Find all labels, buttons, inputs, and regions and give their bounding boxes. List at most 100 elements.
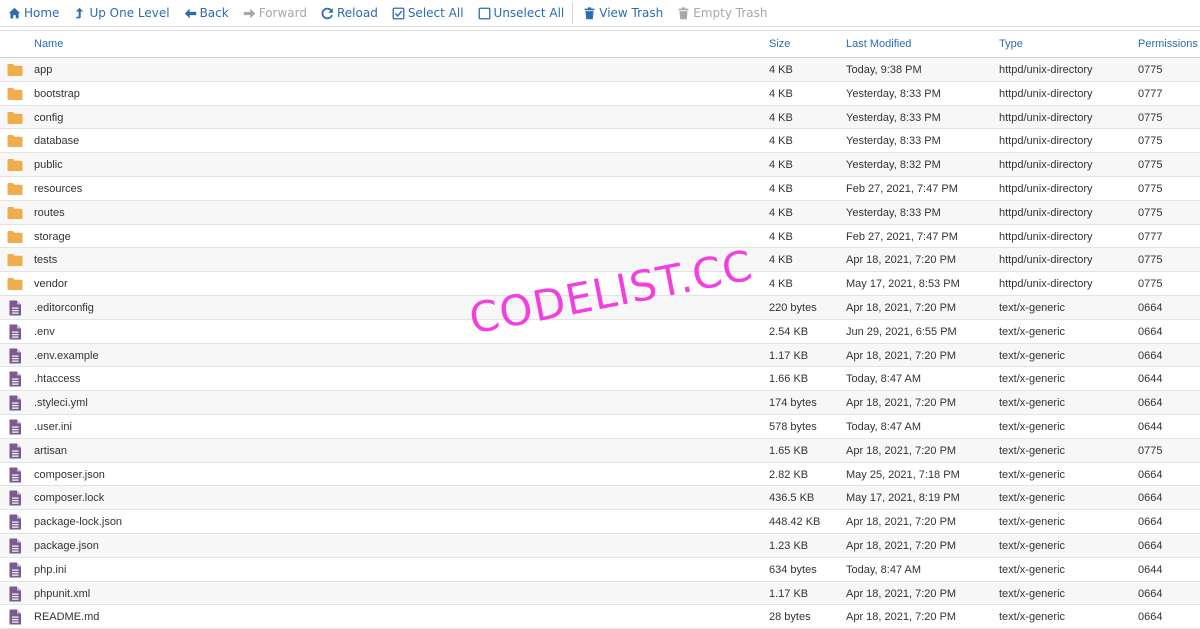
column-header-last-modified[interactable]: Last Modified: [846, 38, 911, 50]
file-name[interactable]: database: [34, 135, 79, 147]
file-permissions: 0664: [1138, 468, 1163, 481]
file-name[interactable]: vendor: [34, 278, 68, 290]
file-name[interactable]: resources: [34, 183, 82, 195]
file-name[interactable]: .env: [34, 326, 55, 338]
file-name[interactable]: package.json: [34, 540, 99, 552]
file-permissions: 0664: [1138, 587, 1163, 600]
file-last-modified: Feb 27, 2021, 7:47 PM: [846, 182, 958, 195]
table-row[interactable]: phpunit.xml 1.17 KB Apr 18, 2021, 7:20 PM t…: [0, 581, 1200, 606]
home-button[interactable]: Home: [0, 0, 65, 26]
file-type: text/x-generic: [999, 420, 1066, 433]
file-name[interactable]: config: [34, 112, 63, 124]
table-body: app 4 KB Today, 9:38 PM httpd/unix-director…: [0, 58, 1200, 629]
file-type: httpd/unix-directory: [999, 206, 1093, 219]
table-row[interactable]: .styleci.yml 174 bytes Apr 18, 2021, 7:20 …: [0, 391, 1200, 415]
file-last-modified: Apr 18, 2021, 7:20 PM: [846, 397, 957, 410]
table-row[interactable]: README.md 28 bytes Apr 18, 2021, 7:20 PM te…: [0, 605, 1200, 629]
file-name[interactable]: .env.example: [34, 350, 99, 362]
column-header-name[interactable]: Name: [34, 38, 63, 50]
file-size: 4 KB: [769, 111, 793, 124]
file-name[interactable]: .editorconfig: [34, 302, 94, 314]
column-header-size[interactable]: Size: [769, 38, 790, 50]
file-last-modified: Today, 8:47 AM: [846, 373, 922, 386]
file-permissions: 0664: [1138, 325, 1163, 338]
file-name[interactable]: .htaccess: [34, 373, 80, 385]
select-all-button[interactable]: Select All: [384, 0, 470, 26]
table-row[interactable]: .user.ini 578 bytes Today, 8:47 AM text/x-g…: [0, 414, 1200, 439]
file-type: httpd/unix-directory: [999, 230, 1093, 243]
table-row[interactable]: .env 2.54 KB Jun 29, 2021, 6:55 PM text/x-g…: [0, 319, 1200, 344]
file-icon: [7, 324, 23, 340]
file-name[interactable]: routes: [34, 207, 65, 219]
file-permissions: 0664: [1138, 301, 1163, 314]
column-header-type[interactable]: Type: [999, 38, 1023, 50]
file-type: text/x-generic: [999, 539, 1066, 552]
folder-icon: [7, 276, 23, 292]
file-icon: [7, 538, 23, 554]
file-size: 1.17 KB: [769, 587, 809, 600]
file-name[interactable]: storage: [34, 231, 71, 243]
file-icon: [7, 562, 23, 578]
table-row[interactable]: composer.lock 436.5 KB May 17, 2021, 8:19 …: [0, 486, 1200, 511]
table-row[interactable]: storage 4 KB Feb 27, 2021, 7:47 PM httpd/un…: [0, 224, 1200, 249]
column-header-permissions[interactable]: Permissions: [1138, 38, 1198, 50]
file-name[interactable]: .user.ini: [34, 421, 72, 433]
file-name[interactable]: artisan: [34, 445, 67, 457]
folder-icon: [7, 157, 23, 173]
file-name[interactable]: package-lock.json: [34, 516, 122, 528]
file-type: httpd/unix-directory: [999, 182, 1093, 195]
file-name[interactable]: php.ini: [34, 564, 66, 576]
table-row[interactable]: .env.example 1.17 KB Apr 18, 2021, 7:20 PM…: [0, 343, 1200, 368]
forward-button[interactable]: Forward: [235, 0, 313, 26]
table-row[interactable]: package.json 1.23 KB Apr 18, 2021, 7:20 PM…: [0, 533, 1200, 558]
table-row[interactable]: composer.json 2.82 KB May 25, 2021, 7:18 P…: [0, 462, 1200, 487]
table-row[interactable]: app 4 KB Today, 9:38 PM httpd/unix-director…: [0, 58, 1200, 82]
file-permissions: 0775: [1138, 111, 1163, 124]
file-name[interactable]: composer.json: [34, 469, 105, 481]
file-size: 4 KB: [769, 182, 793, 195]
table-row[interactable]: tests 4 KB Apr 18, 2021, 7:20 PM httpd/unix…: [0, 248, 1200, 273]
table-row[interactable]: package-lock.json 448.42 KB Apr 18, 2021, …: [0, 510, 1200, 534]
file-last-modified: Today, 8:47 AM: [846, 563, 922, 576]
table-row[interactable]: bootstrap 4 KB Yesterday, 8:33 PM httpd/uni…: [0, 81, 1200, 106]
file-icon: [7, 514, 23, 530]
reload-icon: [321, 7, 333, 19]
file-permissions: 0644: [1138, 373, 1163, 386]
table-row[interactable]: public 4 KB Yesterday, 8:32 PM httpd/unix-d…: [0, 153, 1200, 177]
back-button[interactable]: Back: [176, 0, 235, 26]
table-row[interactable]: database 4 KB Yesterday, 8:33 PM httpd/unix…: [0, 129, 1200, 154]
file-name[interactable]: public: [34, 159, 63, 171]
unselect-all-button[interactable]: Unselect All: [470, 0, 571, 26]
table-row[interactable]: config 4 KB Yesterday, 8:33 PM httpd/unix-d…: [0, 105, 1200, 130]
file-type: text/x-generic: [999, 325, 1066, 338]
file-name[interactable]: app: [34, 64, 52, 76]
up-one-level-button[interactable]: Up One Level: [65, 0, 175, 26]
file-size: 4 KB: [769, 230, 793, 243]
table-row[interactable]: routes 4 KB Yesterday, 8:33 PM httpd/unix-d…: [0, 200, 1200, 225]
file-last-modified: May 17, 2021, 8:19 PM: [846, 492, 960, 505]
file-name[interactable]: bootstrap: [34, 88, 80, 100]
table-row[interactable]: artisan 1.65 KB Apr 18, 2021, 7:20 PM text/…: [0, 438, 1200, 463]
reload-button[interactable]: Reload: [313, 0, 384, 26]
file-permissions: 0664: [1138, 516, 1163, 529]
empty-trash-button[interactable]: Empty Trash: [669, 0, 773, 26]
file-name[interactable]: composer.lock: [34, 492, 104, 504]
table-row[interactable]: .htaccess 1.66 KB Today, 8:47 AM text/x-gen…: [0, 367, 1200, 392]
file-type: httpd/unix-directory: [999, 135, 1093, 148]
toolbar: Home Up One Level Back Forward Reload Se…: [0, 0, 1200, 27]
file-type: httpd/unix-directory: [999, 278, 1093, 291]
table-row[interactable]: resources 4 KB Feb 27, 2021, 7:47 PM httpd/…: [0, 176, 1200, 201]
file-size: 4 KB: [769, 135, 793, 148]
file-last-modified: Apr 18, 2021, 7:20 PM: [846, 301, 957, 314]
view-trash-button[interactable]: View Trash: [575, 0, 669, 26]
file-name[interactable]: phpunit.xml: [34, 588, 90, 600]
table-row[interactable]: php.ini 634 bytes Today, 8:47 AM text/x-gen…: [0, 557, 1200, 582]
file-type: httpd/unix-directory: [999, 254, 1093, 267]
table-row[interactable]: .editorconfig 220 bytes Apr 18, 2021, 7:20…: [0, 295, 1200, 320]
file-name[interactable]: tests: [34, 254, 57, 266]
table-row[interactable]: vendor 4 KB May 17, 2021, 8:53 PM httpd/uni…: [0, 272, 1200, 296]
view-trash-label: View Trash: [599, 6, 664, 20]
file-name[interactable]: README.md: [34, 611, 99, 623]
forward-label: Forward: [258, 6, 307, 20]
file-name[interactable]: .styleci.yml: [34, 397, 88, 409]
